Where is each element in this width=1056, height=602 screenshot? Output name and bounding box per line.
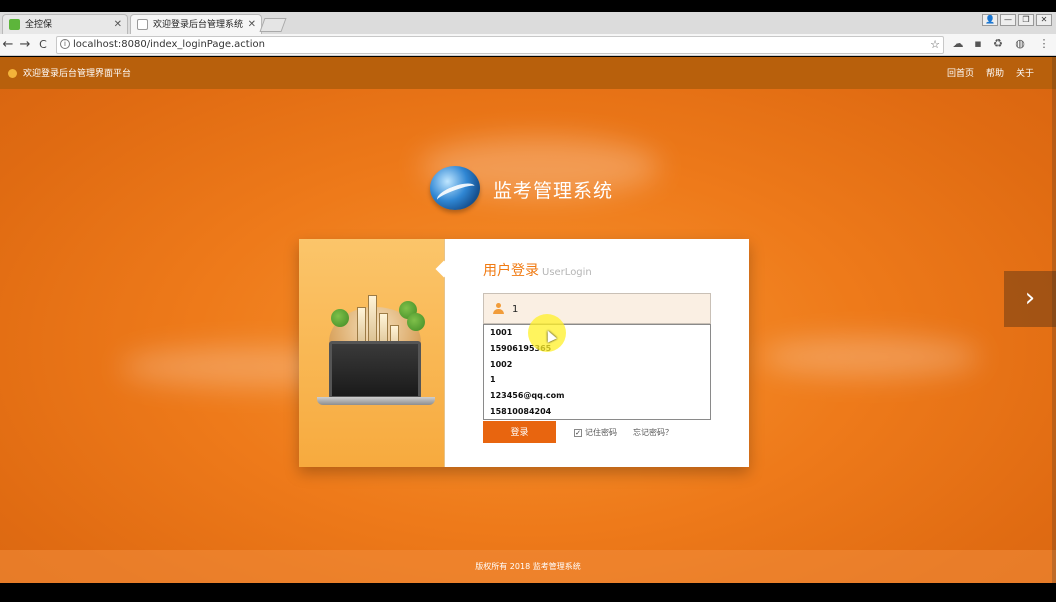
- reload-icon[interactable]: C: [35, 36, 51, 54]
- info-icon[interactable]: i: [60, 39, 70, 49]
- home-link[interactable]: 回首页: [947, 66, 974, 79]
- new-tab-button[interactable]: [259, 18, 287, 32]
- remember-label: 记住密码: [585, 428, 617, 437]
- address-bar[interactable]: i localhost:8080/index_loginPage.action …: [56, 36, 944, 54]
- suggestion-item[interactable]: 15906195365: [484, 341, 710, 357]
- login-button[interactable]: 登录: [483, 421, 556, 443]
- globe-logo-icon: [430, 166, 480, 210]
- welcome-text: 欢迎登录后台管理界面平台: [23, 69, 132, 79]
- browser-tabbar: 全控保 ✕ 欢迎登录后台管理系统 ✕ 👤 — ❐ ✕: [0, 12, 1056, 34]
- suggestion-item[interactable]: 123456@qq.com: [484, 388, 710, 404]
- suggestion-item[interactable]: 1001: [484, 325, 710, 341]
- recycle-extension-icon[interactable]: ♻: [991, 37, 1005, 51]
- login-title-text: 用户登录: [483, 263, 539, 279]
- cloud-extension-icon[interactable]: ☁: [951, 37, 965, 51]
- login-title: 用户登录 UserLogin: [483, 260, 592, 280]
- tab-label: 全控保: [25, 20, 53, 30]
- tab-label: 欢迎登录后台管理系统: [153, 20, 244, 30]
- top-links: 回首页 帮助 关于: [947, 66, 1034, 79]
- screen: 全控保 ✕ 欢迎登录后台管理系统 ✕ 👤 — ❐ ✕ ← → C i local…: [0, 0, 1056, 602]
- laptop-city-illustration: [315, 279, 435, 429]
- back-arrow-icon[interactable]: ←: [0, 36, 16, 54]
- login-page: 欢迎登录后台管理界面平台 回首页 帮助 关于 监考管理系统 用户登录 UserL…: [0, 57, 1056, 583]
- page-favicon-icon: [137, 19, 148, 30]
- profile-icon[interactable]: 👤: [982, 14, 998, 26]
- cloud-decoration: [760, 337, 980, 377]
- browser-tab-2[interactable]: 欢迎登录后台管理系统 ✕: [130, 14, 262, 34]
- system-title: 监考管理系统: [493, 180, 614, 202]
- reader-extension-icon[interactable]: ▪: [971, 37, 985, 51]
- close-icon[interactable]: ✕: [114, 15, 122, 35]
- welcome-icon: [8, 69, 17, 78]
- shield-extension-icon[interactable]: ◍: [1013, 37, 1027, 51]
- menu-kebab-icon[interactable]: ⋮: [1037, 37, 1051, 51]
- top-nav-bar: 欢迎登录后台管理界面平台 回首页 帮助 关于: [0, 57, 1056, 89]
- copyright-text: 版权所有 2018 监考管理系统: [475, 562, 581, 571]
- scrollbar[interactable]: [1052, 57, 1056, 583]
- help-link[interactable]: 帮助: [986, 66, 1004, 79]
- browser-tab-1[interactable]: 全控保 ✕: [2, 14, 128, 34]
- suggestion-item[interactable]: 1: [484, 372, 710, 388]
- remember-password[interactable]: ✓ 记住密码: [574, 427, 617, 438]
- login-subtitle: UserLogin: [542, 267, 592, 278]
- url-text: localhost:8080/index_loginPage.action: [73, 39, 265, 50]
- close-window-button[interactable]: ✕: [1036, 14, 1052, 26]
- login-illustration-panel: [299, 239, 445, 467]
- restore-button[interactable]: ❐: [1018, 14, 1034, 26]
- window-controls: 👤 — ❐ ✕: [982, 14, 1052, 26]
- suggestion-item[interactable]: 15810084204: [484, 404, 710, 420]
- app-favicon-icon: [9, 19, 20, 30]
- user-icon: [493, 303, 504, 314]
- minimize-button[interactable]: —: [1000, 14, 1016, 26]
- login-card: 用户登录UserLogin 1001 15906195365 1002 1 12…: [299, 239, 749, 467]
- bookmark-star-icon[interactable]: ☆: [930, 37, 940, 53]
- close-icon[interactable]: ✕: [248, 15, 256, 35]
- suggestion-item[interactable]: 1002: [484, 357, 710, 373]
- footer: 版权所有 2018 监考管理系统: [0, 550, 1056, 583]
- browser-toolbar: ← → C i localhost:8080/index_loginPage.a…: [0, 34, 1056, 56]
- remember-checkbox[interactable]: ✓: [574, 428, 582, 437]
- carousel-next-button[interactable]: ›: [1004, 271, 1056, 327]
- forgot-password-link[interactable]: 忘记密码？: [633, 427, 673, 438]
- username-field[interactable]: [483, 293, 711, 324]
- about-link[interactable]: 关于: [1016, 66, 1034, 79]
- autocomplete-dropdown: 1001 15906195365 1002 1 123456@qq.com 15…: [483, 324, 711, 420]
- forward-arrow-icon[interactable]: →: [17, 36, 33, 54]
